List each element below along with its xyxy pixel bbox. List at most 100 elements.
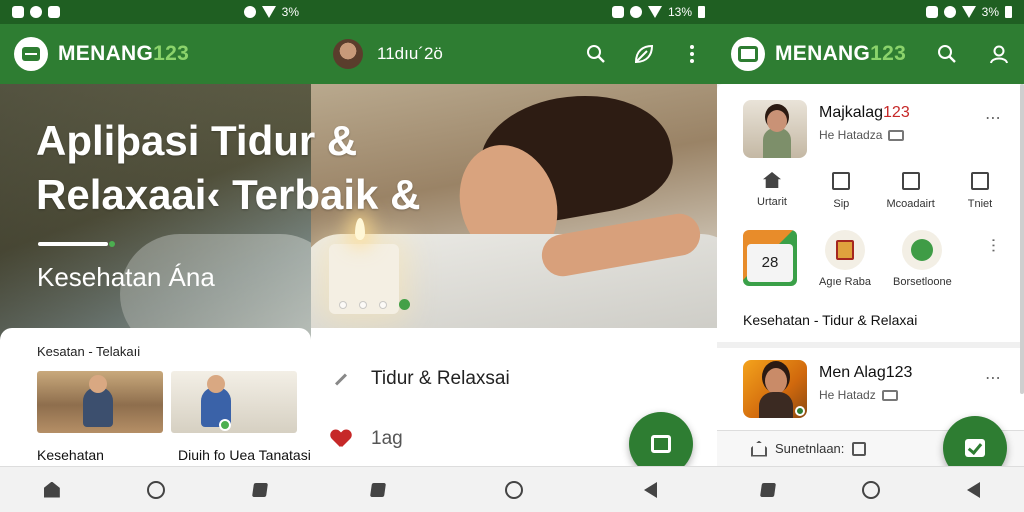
profile-card[interactable]: Majkalag123 He Hatadza bbox=[743, 100, 910, 158]
system-nav-bar bbox=[311, 466, 717, 512]
battery-percent: 3% bbox=[981, 5, 999, 19]
bottom-bar-label: Sunetnlaan: bbox=[775, 441, 845, 456]
more-vert-icon[interactable] bbox=[681, 43, 703, 65]
screen-profile: 3% MENANG123 Majkalag123 He Hatadza ⋯ Ur… bbox=[717, 0, 1024, 512]
home-button-icon[interactable] bbox=[147, 480, 166, 499]
home-outline-icon[interactable] bbox=[751, 440, 767, 457]
tag-icon bbox=[881, 389, 898, 401]
inbox-icon bbox=[970, 172, 989, 190]
battery-percent: 3% bbox=[281, 5, 299, 19]
carousel-dot-active[interactable] bbox=[399, 299, 410, 310]
home-button-icon[interactable] bbox=[861, 480, 880, 499]
wifi-icon bbox=[647, 6, 662, 18]
hero-subheadline: Kesehatan Ána bbox=[37, 262, 215, 292]
leaf-icon[interactable] bbox=[633, 43, 655, 65]
notebook-icon bbox=[835, 240, 854, 260]
battery-icon bbox=[1005, 6, 1012, 18]
tag-icon bbox=[888, 129, 905, 141]
profile-subtitle: He Hatadz bbox=[819, 388, 876, 402]
app-logo-icon[interactable] bbox=[731, 37, 765, 71]
recents-icon[interactable] bbox=[252, 482, 269, 497]
back-icon[interactable] bbox=[967, 481, 981, 498]
sync-icon bbox=[30, 6, 42, 18]
thumbnail-label: Diuih fo Uea Tanatasi bbox=[178, 447, 311, 463]
section-card: Kesatan - Telakaıi Kesehatan Diuih fo Ue… bbox=[0, 328, 311, 468]
account-icon[interactable] bbox=[988, 43, 1010, 65]
recents-icon[interactable] bbox=[759, 482, 776, 497]
profile-photo[interactable] bbox=[743, 100, 807, 158]
home-nav-icon[interactable] bbox=[43, 481, 60, 498]
divider bbox=[717, 342, 1024, 348]
carousel-dot[interactable] bbox=[379, 300, 387, 309]
alarm-icon bbox=[629, 6, 642, 18]
calendar-icon: 28 bbox=[747, 244, 793, 282]
profile-subtitle: He Hatadza bbox=[819, 128, 883, 142]
app-bar: MENANG123 bbox=[717, 24, 1024, 84]
more-vert-icon[interactable]: ⋯ bbox=[984, 238, 1004, 255]
carousel-indicator[interactable] bbox=[339, 299, 410, 310]
status-bar: 13% bbox=[311, 0, 717, 24]
profile-content: Majkalag123 He Hatadza ⋯ Urtarit Sip Mco… bbox=[717, 84, 1024, 430]
notification-icon bbox=[611, 6, 624, 18]
profile-name: Majkalag123 bbox=[819, 104, 910, 121]
alarm-icon bbox=[943, 6, 956, 18]
globe-icon bbox=[911, 239, 934, 261]
quick-action-label: Mcoadairt bbox=[886, 198, 935, 210]
app-logo-icon[interactable] bbox=[14, 37, 48, 71]
search-icon[interactable] bbox=[936, 43, 958, 65]
back-icon[interactable] bbox=[643, 481, 657, 498]
quick-action-inbox[interactable]: Tniet bbox=[949, 172, 1011, 210]
app-bar: MENANG123 bbox=[0, 24, 311, 84]
app-shortcut[interactable]: Borsetloone bbox=[893, 230, 952, 288]
alarm-icon bbox=[243, 6, 256, 18]
recents-icon[interactable] bbox=[370, 482, 387, 497]
brand-name: MENANG123 bbox=[58, 42, 190, 65]
notification-icon bbox=[925, 6, 938, 18]
list-item[interactable]: 1ag bbox=[331, 428, 403, 450]
app-shortcuts: 28 Agıe Raba Borsetloone bbox=[743, 230, 952, 288]
content-thumbnail[interactable] bbox=[37, 371, 163, 433]
wifi-icon bbox=[261, 6, 276, 18]
app-shortcut[interactable]: Agıe Raba bbox=[819, 230, 871, 288]
quick-action-label: Urtarit bbox=[757, 196, 787, 208]
edit-icon bbox=[334, 372, 348, 386]
house-icon bbox=[763, 172, 781, 188]
app-shortcut-label: Borsetloone bbox=[892, 276, 952, 288]
upload-icon[interactable] bbox=[852, 441, 867, 456]
quick-action-building[interactable]: Mcoadairt bbox=[880, 172, 942, 210]
home-button-icon[interactable] bbox=[505, 480, 524, 499]
brand-name: MENANG123 bbox=[775, 42, 907, 65]
app-shortcut-label: Agıe Raba bbox=[819, 276, 871, 288]
profile-card[interactable]: Men Alag123 He Hatadz bbox=[743, 360, 912, 418]
carousel-dot[interactable] bbox=[339, 300, 347, 309]
building-icon bbox=[901, 172, 920, 190]
heart-icon bbox=[331, 430, 351, 448]
status-bar: 3% bbox=[0, 0, 311, 24]
quick-action-label: Sip bbox=[833, 198, 850, 210]
scrollbar[interactable] bbox=[1020, 84, 1024, 394]
quick-action-home[interactable]: Urtarit bbox=[741, 172, 803, 210]
b-icon bbox=[48, 6, 60, 18]
screen-home: 3% MENANG123 Kesatan - Telakaıi Kesehata… bbox=[0, 0, 311, 512]
system-nav-bar bbox=[0, 466, 311, 512]
list-item[interactable]: Tidur & Relaxsai bbox=[331, 368, 510, 390]
section-title: Kesehatan - Tidur & Relaxai bbox=[743, 312, 918, 328]
notification-icon bbox=[12, 6, 24, 18]
avatar[interactable] bbox=[333, 39, 363, 69]
profile-name: Men Alag123 bbox=[819, 364, 913, 381]
list-item-label: Tidur & Relaxsai bbox=[371, 368, 510, 389]
more-options-icon[interactable]: ⋯ bbox=[985, 368, 1002, 388]
system-nav-bar bbox=[717, 466, 1024, 512]
quick-action-chat[interactable]: Sip bbox=[810, 172, 872, 210]
content-thumbnail[interactable] bbox=[171, 371, 297, 433]
more-options-icon[interactable]: ⋯ bbox=[985, 108, 1002, 128]
carousel-dot[interactable] bbox=[359, 300, 367, 309]
page-title: 11dıu´2ö bbox=[377, 44, 443, 63]
battery-icon bbox=[698, 6, 705, 18]
profile-photo[interactable] bbox=[743, 360, 807, 418]
section-title: Kesatan - Telakaıi bbox=[37, 344, 141, 359]
quick-actions: Urtarit Sip Mcoadairt Tniet bbox=[741, 172, 1011, 210]
search-icon[interactable] bbox=[585, 43, 607, 65]
chat-icon bbox=[832, 172, 851, 190]
calendar-app-tile[interactable]: 28 bbox=[743, 230, 797, 286]
